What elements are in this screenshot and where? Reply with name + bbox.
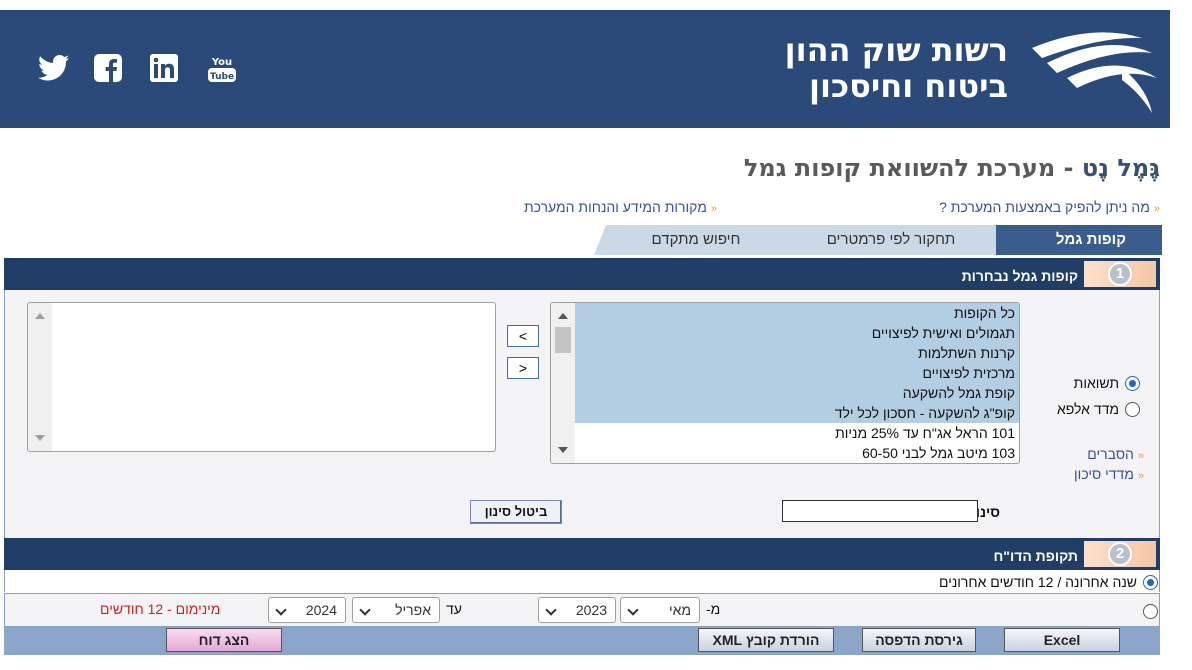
to-label: עד [446,601,462,617]
tab-funds[interactable]: קופות גמל [996,225,1162,255]
from-year-select[interactable]: 2023 [538,597,616,623]
excel-button[interactable]: Excel [1004,628,1120,652]
tab-param-research[interactable]: תחקור לפי פרמטרים [774,225,996,255]
link-explanations[interactable]: «הסברים [1087,446,1144,462]
scroll-down-icon[interactable] [35,435,45,441]
chevron-down-icon [627,604,639,616]
site-header: רשות שוק ההון ביטוח וחיסכון You Tube [0,10,1170,128]
double-chevron-icon: « [710,203,717,215]
fund-option[interactable]: כל הקופות [575,303,1019,323]
step-badge: 1 [1084,261,1156,287]
radio-custom-range[interactable] [1143,604,1158,619]
filter-input[interactable] [782,500,978,522]
from-month-value: מאי [668,602,691,618]
from-label: מ- [706,601,721,617]
radio-last-year-input[interactable] [1143,574,1158,590]
scrollbar[interactable] [551,303,575,463]
show-report-button[interactable]: הצג דוח [166,628,282,652]
step-number: 1 [1108,262,1132,286]
selected-funds-list[interactable] [27,302,496,452]
fund-option[interactable]: 101 הראל אג"ח עד 25% מניות [575,423,1019,443]
page-title: גֶּמֶל נֶט - מערכת להשוואת קופות גמל [744,154,1160,182]
scrollbar[interactable] [28,303,52,451]
scroll-down-icon[interactable] [558,447,568,453]
fund-option[interactable]: תגמולים ואישית לפיצויים [575,323,1019,343]
radio-last-year-label: שנה אחרונה / 12 חודשים אחרונים [938,574,1137,590]
download-xml-button[interactable]: הורדת קובץ XML [698,628,834,652]
social-links: You Tube [38,54,238,86]
move-left-button[interactable]: < [507,325,539,347]
link-risk-measures[interactable]: «מדדי סיכון [1074,466,1144,482]
twitter-icon[interactable] [38,54,70,86]
link-explanations-label: הסברים [1087,446,1134,462]
chevron-down-icon [275,604,287,616]
radio-alpha[interactable]: מדד אלפא [1057,401,1140,417]
link-sources[interactable]: «מקורות המידע והנחות המערכת [524,199,717,215]
chevron-down-icon [359,604,371,616]
from-month-select[interactable]: מאי [620,597,700,623]
title-subtitle: - מערכת להשוואת קופות גמל [743,154,1082,182]
fund-options: כל הקופות תגמולים ואישית לפיצויים קרנות … [575,303,1019,463]
to-month-select[interactable]: אפריל [352,597,440,623]
org-name-line2: ביטוח וחיסכון [808,67,1008,105]
step-badge: 2 [1084,541,1156,567]
minimum-period-note: מינימום - 12 חודשים [100,601,221,617]
fund-option[interactable]: קופת גמל להשקעה [575,383,1019,403]
svg-text:You: You [211,57,232,68]
section-1-header: 1 קופות גמל נבחרות [4,258,1160,290]
radio-returns-label: תשואות [1073,375,1119,391]
from-year-value: 2023 [575,602,607,618]
radio-returns[interactable]: תשואות [1074,375,1140,391]
to-year-select[interactable]: 2024 [268,597,346,623]
logo-icon [1022,18,1162,120]
radio-last-year[interactable]: שנה אחרונה / 12 חודשים אחרונים [939,574,1158,590]
fund-option[interactable]: 103 מיטב גמל לבני 60-50 [575,443,1019,463]
radio-returns-input[interactable] [1125,375,1140,391]
move-right-button[interactable]: > [507,357,539,379]
fund-option[interactable]: קופ"ג להשקעה - חסכון לכל ילד [575,403,1019,423]
double-chevron-icon: « [1137,470,1144,482]
to-month-value: אפריל [395,602,431,618]
fund-option[interactable]: מרכזית לפיצויים [575,363,1019,383]
fund-option[interactable]: קרנות השתלמות [575,343,1019,363]
chevron-down-icon [545,604,557,616]
step-number: 2 [1108,542,1132,566]
org-name: רשות שוק ההון ביטוח וחיסכון [785,32,1008,104]
print-version-button[interactable]: גירסת הדפסה [862,628,976,652]
section-1-title: קופות גמל נבחרות [961,268,1078,284]
scroll-up-icon[interactable] [558,313,568,319]
tab-advanced-search[interactable]: חיפוש מתקדם [594,225,786,255]
radio-alpha-input[interactable] [1125,401,1140,417]
scroll-thumb[interactable] [555,327,571,353]
radio-alpha-label: מדד אלפא [1056,401,1119,417]
link-what-can-label: מה ניתן להפיק באמצעות המערכת ? [939,199,1150,215]
facebook-icon[interactable] [94,54,126,86]
link-sources-label: מקורות המידע והנחות המערכת [523,199,707,215]
link-risk-measures-label: מדדי סיכון [1074,466,1134,482]
to-year-value: 2024 [305,602,337,618]
brand-name: גֶּמֶל נֶט [1081,154,1160,182]
radio-custom-range-input[interactable] [1143,604,1158,619]
section-2-header: 2 תקופת הדו"ח [4,538,1160,570]
available-funds-list[interactable]: כל הקופות תגמולים ואישית לפיצויים קרנות … [550,302,1020,464]
linkedin-icon[interactable] [150,54,182,86]
youtube-icon[interactable]: You Tube [206,54,238,86]
link-what-can[interactable]: «מה ניתן להפיק באמצעות המערכת ? [939,199,1160,215]
clear-filter-button[interactable]: ביטול סינון [470,500,562,524]
org-name-line1: רשות שוק ההון [784,31,1008,69]
double-chevron-icon: « [1153,203,1160,215]
scroll-up-icon[interactable] [35,313,45,319]
double-chevron-icon: « [1137,450,1144,462]
section-2-title: תקופת הדו"ח [993,548,1079,564]
svg-text:Tube: Tube [210,72,234,82]
